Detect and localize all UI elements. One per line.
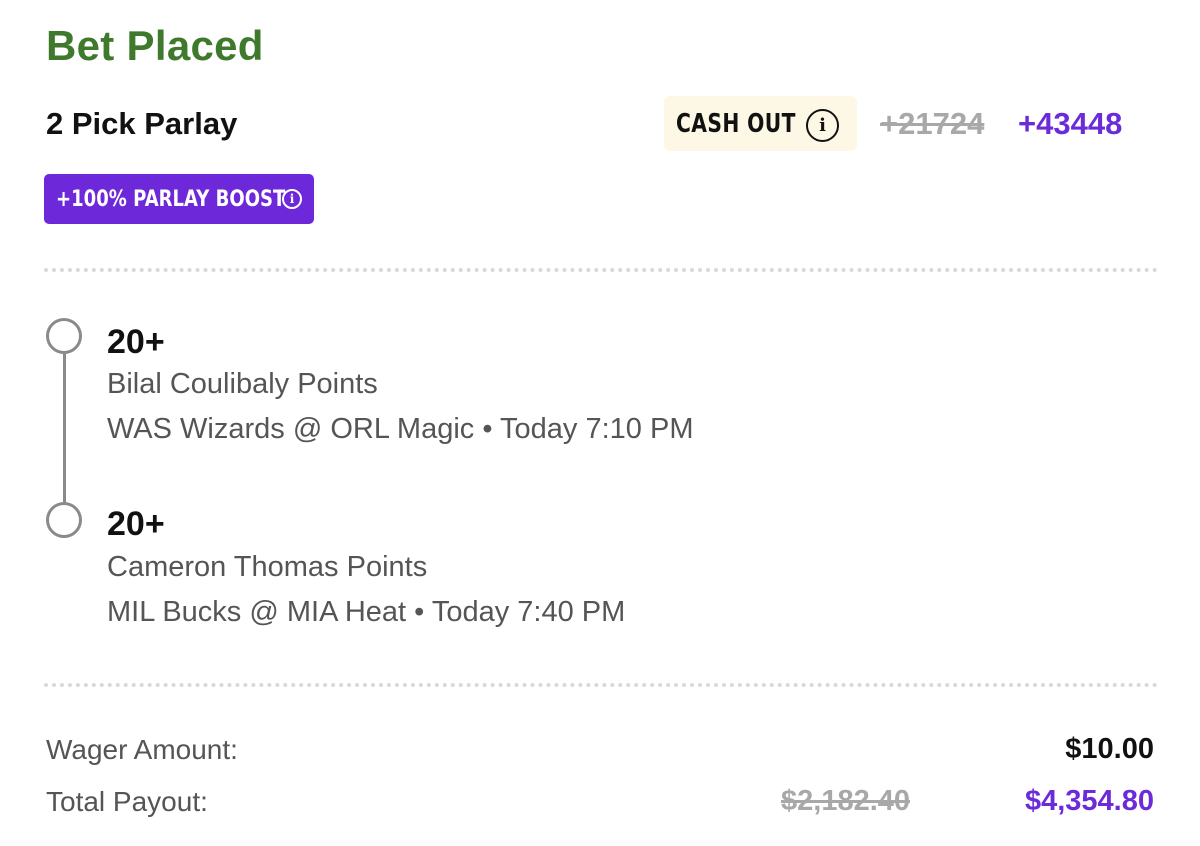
original-payout: $2,182.40 <box>781 785 911 817</box>
timeline-circle-icon <box>46 502 82 538</box>
timeline-circle-icon <box>46 318 82 354</box>
page-title: Bet Placed <box>46 22 264 69</box>
boosted-odds: +43448 <box>1018 106 1123 141</box>
divider <box>44 683 1158 687</box>
pick-line: 20+ <box>107 505 165 543</box>
parlay-boost-badge[interactable]: +100% PARLAY BOOST <box>44 174 314 224</box>
pick-game-info: MIL Bucks @ MIA Heat • Today 7:40 PM <box>107 596 626 628</box>
info-circle-icon[interactable]: i <box>282 189 302 209</box>
boosted-payout: $4,354.80 <box>1024 785 1154 817</box>
original-odds: +21724 <box>880 106 985 141</box>
payout-label: Total Payout: <box>46 786 208 817</box>
pick-player-market: Cameron Thomas Points <box>107 551 428 583</box>
pick-line: 20+ <box>107 323 165 361</box>
info-circle-icon[interactable]: i <box>806 109 839 142</box>
parlay-boost-label: +100% PARLAY BOOST <box>56 186 286 212</box>
bet-confirmation: Bet Placed 2 Pick Parlay CASH OUT i +217… <box>0 0 1200 846</box>
divider <box>44 268 1158 272</box>
pick-game-info: WAS Wizards @ ORL Magic • Today 7:10 PM <box>107 413 694 445</box>
wager-label: Wager Amount: <box>46 734 238 765</box>
cash-out-label: CASH OUT <box>676 108 796 139</box>
pick-player-market: Bilal Coulibaly Points <box>107 368 378 400</box>
timeline-connector <box>63 354 66 504</box>
bet-type-label: 2 Pick Parlay <box>46 106 238 141</box>
wager-value: $10.00 <box>1065 733 1154 765</box>
